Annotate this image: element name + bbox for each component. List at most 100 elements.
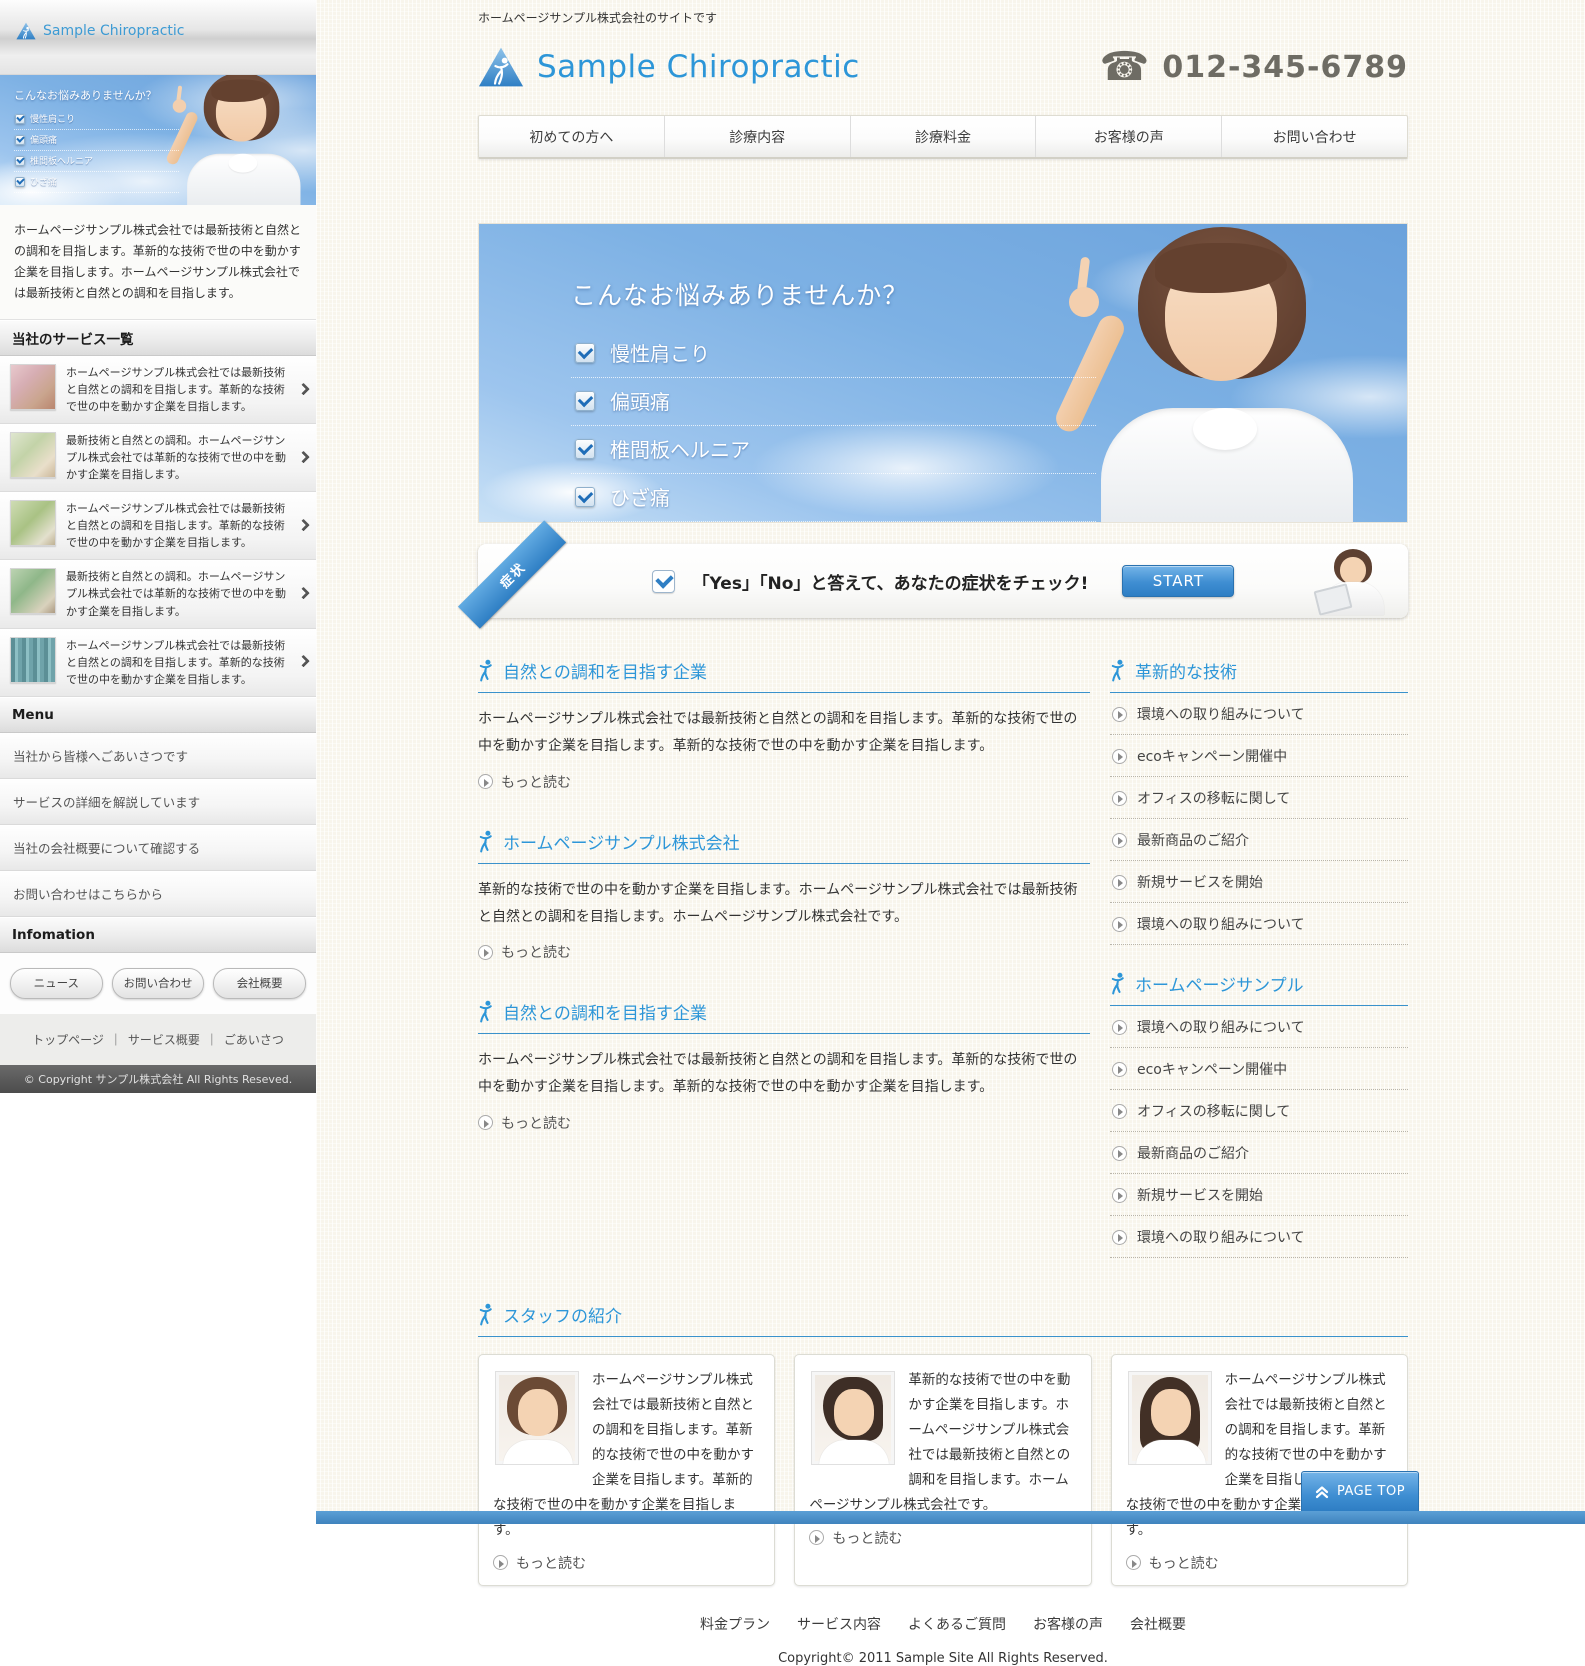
service-thumbnail <box>10 432 56 478</box>
figure-icon <box>1110 659 1125 682</box>
side-list-item[interactable]: 環境への取り組みについて <box>1110 1216 1408 1258</box>
footer-link[interactable]: 料金プラン <box>700 1614 770 1634</box>
sidebar-menu-item[interactable]: 当社の会社概要について確認する <box>0 825 316 871</box>
chevron-right-icon <box>297 587 310 600</box>
staff-photo <box>495 1371 579 1465</box>
arrow-circle-icon <box>1112 1062 1127 1077</box>
side-list-item[interactable]: オフィスの移転に関して <box>1110 777 1408 819</box>
sidebar-service-item[interactable]: 最新技術と自然との調和。ホームページサンプル株式会社では革新的な技術で世の中を動… <box>0 424 316 492</box>
checkbox-icon <box>652 570 675 593</box>
side-list-item[interactable]: ecoキャンペーン開催中 <box>1110 1048 1408 1090</box>
logo-triangle-icon <box>16 22 36 40</box>
sidebar-service-item[interactable]: ホームページサンプル株式会社では最新技術と自然との調和を目指します。革新的な技術… <box>0 356 316 424</box>
checkbox-icon <box>575 343 595 363</box>
nav-tab-fees[interactable]: 診療料金 <box>851 116 1037 157</box>
sidebar-footer-link[interactable]: サービス概要 <box>128 1031 200 1048</box>
checkbox-icon <box>15 114 25 124</box>
symptom-check-text: 「Yes」「No」と答えて、あなたの症状をチェック! <box>693 569 1089 594</box>
page-footer: 料金プラン サービス内容 よくあるご質問 お客様の声 会社概要 Copyrigh… <box>478 1614 1408 1666</box>
site-tagline: ホームページサンプル株式会社のサイトです <box>478 0 1408 26</box>
sidebar-footer-link[interactable]: トップページ <box>32 1031 104 1048</box>
footer-link[interactable]: お客様の声 <box>1033 1614 1103 1634</box>
section-body: ホームページサンプル株式会社では最新技術と自然との調和を目指します。革新的な技術… <box>478 706 1090 761</box>
sidebar-menu-item[interactable]: サービスの詳細を解説しています <box>0 779 316 825</box>
sidebar-hero-item: 慢性肩こり <box>14 109 179 130</box>
sidebar-information-heading: Infomation <box>0 917 316 953</box>
read-more-link[interactable]: もっと読む <box>478 772 571 792</box>
staff-photo <box>811 1371 895 1465</box>
sidebar-services-heading: 当社のサービス一覧 <box>0 320 316 356</box>
side-list-item[interactable]: 環境への取り組みについて <box>1110 693 1408 735</box>
content-column: 自然との調和を目指す企業 ホームページサンプル株式会社では最新技術と自然との調和… <box>478 658 1090 1284</box>
sidebar-logo[interactable]: Sample Chiropractic <box>0 0 316 40</box>
nav-tab-first-visit[interactable]: 初めての方へ <box>479 116 665 157</box>
arrow-circle-icon <box>478 1115 493 1130</box>
nav-tab-treatment[interactable]: 診療内容 <box>665 116 851 157</box>
side-list-item[interactable]: 新規サービスを開始 <box>1110 861 1408 903</box>
side-list-item[interactable]: オフィスの移転に関して <box>1110 1090 1408 1132</box>
company-overview-button[interactable]: 会社概要 <box>213 968 306 999</box>
chevron-right-icon <box>297 382 310 395</box>
start-button[interactable]: START <box>1122 565 1234 597</box>
side-list-item[interactable]: ecoキャンペーン開催中 <box>1110 735 1408 777</box>
content-section: 自然との調和を目指す企業 ホームページサンプル株式会社では最新技術と自然との調和… <box>478 658 1090 792</box>
sidebar-menu-item[interactable]: お問い合わせはこちらから <box>0 871 316 917</box>
footer-link[interactable]: サービス内容 <box>797 1614 881 1634</box>
read-more-link[interactable]: もっと読む <box>809 1528 902 1548</box>
sidebar-menu-heading: Menu <box>0 697 316 733</box>
phone-icon <box>1100 47 1151 87</box>
sidebar-hero-title: こんなお悩みありませんか？ <box>14 87 157 103</box>
side-list-item[interactable]: 最新商品のご紹介 <box>1110 819 1408 861</box>
side-list-item[interactable]: 最新商品のご紹介 <box>1110 1132 1408 1174</box>
service-thumbnail <box>10 364 56 410</box>
arrow-circle-icon <box>1112 1020 1127 1035</box>
read-more-link[interactable]: もっと読む <box>1126 1553 1219 1573</box>
sidebar-menu-item[interactable]: 当社から皆様へごあいさつです <box>0 733 316 779</box>
section-body: ホームページサンプル株式会社では最新技術と自然との調和を目指します。革新的な技術… <box>478 1047 1090 1102</box>
sidebar-hero-item: 椎間板ヘルニア <box>14 151 179 172</box>
news-button[interactable]: ニュース <box>10 968 103 999</box>
hero-symptom-item: 慢性肩こり <box>571 330 1096 378</box>
side-list-item[interactable]: 環境への取り組みについて <box>1110 1006 1408 1048</box>
figure-icon <box>1110 972 1125 995</box>
sidebar-logo-text: Sample Chiropractic <box>43 23 185 39</box>
sidebar-hero-item: 偏頭痛 <box>14 130 179 151</box>
side-section-title: 革新的な技術 <box>1135 658 1237 683</box>
service-thumbnail <box>10 500 56 546</box>
sidebar-preview: Sample Chiropractic こんなお悩みありませんか？ 慢性肩こり … <box>0 0 316 1093</box>
site-logo-text[interactable]: Sample Chiropractic <box>537 49 860 85</box>
separator: ｜ <box>206 1031 218 1048</box>
arrow-circle-icon <box>1112 875 1127 890</box>
contact-button[interactable]: お問い合わせ <box>112 968 205 999</box>
hero-symptom-item: ひざ痛 <box>571 474 1096 522</box>
read-more-link[interactable]: もっと読む <box>478 1113 571 1133</box>
arrow-circle-icon <box>1112 791 1127 806</box>
staff-card: ホームページサンプル株式会社では最新技術と自然との調和を目指します。革新的な技術… <box>478 1354 775 1586</box>
page-top-button[interactable]: PAGE TOP <box>1301 1471 1419 1511</box>
read-more-link[interactable]: もっと読む <box>493 1553 586 1573</box>
sidebar-service-item[interactable]: 最新技術と自然との調和。ホームページサンプル株式会社では革新的な技術で世の中を動… <box>0 560 316 628</box>
sidebar-hero-item: ひざ痛 <box>14 172 179 193</box>
nav-tab-contact[interactable]: お問い合わせ <box>1222 116 1407 157</box>
footer-link[interactable]: よくあるご質問 <box>908 1614 1006 1634</box>
side-list-item[interactable]: 環境への取り組みについて <box>1110 903 1408 945</box>
sidebar-service-item[interactable]: ホームページサンプル株式会社では最新技術と自然との調和を目指します。革新的な技術… <box>0 492 316 560</box>
footer-copyright: Copyright© 2011 Sample Site All Rights R… <box>478 1651 1408 1666</box>
checkbox-icon <box>15 156 25 166</box>
arrow-circle-icon <box>1112 1104 1127 1119</box>
checkbox-icon <box>575 391 595 411</box>
nav-tab-testimonials[interactable]: お客様の声 <box>1036 116 1222 157</box>
side-section: 革新的な技術 環境への取り組みについて ecoキャンペーン開催中 オフィスの移転… <box>1110 658 1408 945</box>
sidebar-header: Sample Chiropractic <box>0 0 316 75</box>
checkbox-icon <box>575 439 595 459</box>
footer-link[interactable]: 会社概要 <box>1130 1614 1186 1634</box>
read-more-link[interactable]: もっと読む <box>478 942 571 962</box>
arrow-circle-icon <box>478 774 493 789</box>
arrow-circle-icon <box>1112 749 1127 764</box>
sidebar-service-item[interactable]: ホームページサンプル株式会社では最新技術と自然との調和を目指します。革新的な技術… <box>0 629 316 697</box>
sidebar-footer-link[interactable]: ごあいさつ <box>224 1031 284 1048</box>
hero-symptom-item: 偏頭痛 <box>571 378 1096 426</box>
arrow-circle-icon <box>809 1530 824 1545</box>
chevron-right-icon <box>297 655 310 668</box>
side-list-item[interactable]: 新規サービスを開始 <box>1110 1174 1408 1216</box>
